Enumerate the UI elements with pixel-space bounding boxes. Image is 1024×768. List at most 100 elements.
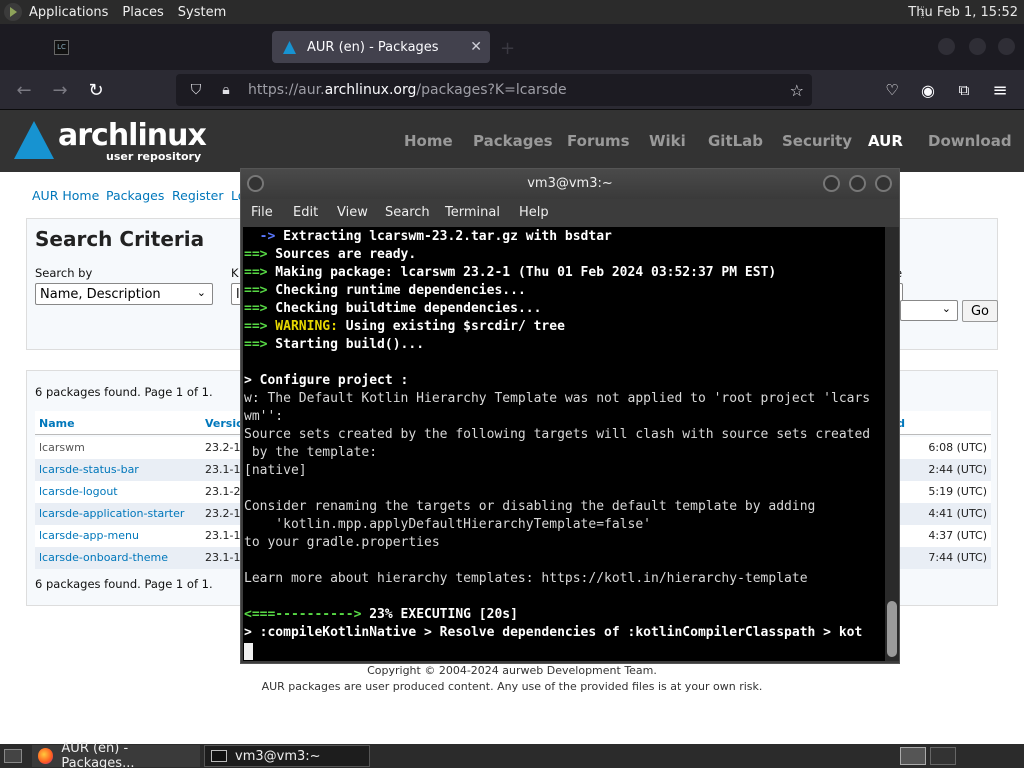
account-icon[interactable]: ◉ [916, 78, 940, 102]
menu-view[interactable]: View [337, 205, 368, 220]
terminal-line: [native] [244, 463, 307, 478]
package-name[interactable]: lcarsde-application-starter [39, 507, 184, 520]
nav-aur[interactable]: AUR [868, 132, 903, 150]
terminal-icon [211, 750, 227, 762]
arch-logo-icon [14, 121, 54, 159]
nav-packages[interactable]: Packages [473, 132, 553, 150]
minimize-window-icon[interactable] [938, 38, 955, 55]
nav-download[interactable]: Download [928, 132, 1012, 150]
chevron-down-icon: ⌄ [941, 302, 951, 315]
package-version: 23.2-1 [205, 441, 241, 454]
terminal-line: by the template: [244, 445, 378, 460]
package-name[interactable]: lcarsde-status-bar [39, 463, 139, 476]
criteria-title: Search Criteria [35, 227, 205, 251]
nav-gitlab[interactable]: GitLab [708, 132, 763, 150]
terminal-menubar: File Edit View Search Terminal Help [241, 199, 899, 227]
link-packages[interactable]: Packages [106, 188, 164, 203]
places-menu[interactable]: Places [115, 0, 170, 24]
link-register[interactable]: Register [172, 188, 223, 203]
terminal-window[interactable]: vm3@vm3:~ File Edit View Search Terminal… [240, 168, 900, 664]
tab-background[interactable]: LC [44, 31, 264, 63]
terminal-titlebar[interactable]: vm3@vm3:~ [241, 169, 899, 199]
maximize-icon[interactable] [849, 175, 866, 192]
package-date: 4:41 (UTC) [928, 507, 987, 520]
per-page-select[interactable]: ⌄ [900, 300, 958, 321]
close-tab-icon[interactable]: ✕ [470, 39, 482, 55]
footer-copyright: Copyright © 2004-2024 aurweb Development… [367, 664, 657, 677]
nav-security[interactable]: Security [782, 132, 852, 150]
close-window-icon[interactable] [998, 38, 1015, 55]
bookmark-star-icon[interactable]: ☆ [790, 81, 804, 100]
link-aur-home[interactable]: AUR Home [32, 188, 99, 203]
terminal-line: ==> WARNING: Using existing $srcdir/ tre… [244, 319, 565, 334]
tab-aur-packages[interactable]: AUR (en) - Packages ✕ [272, 31, 490, 63]
close-icon[interactable] [875, 175, 892, 192]
taskbar-terminal[interactable]: vm3@vm3:~ [204, 745, 370, 767]
extensions-icon[interactable]: ⧉ [952, 78, 976, 102]
search-by-label: Search by [35, 266, 93, 280]
menu-search[interactable]: Search [385, 205, 430, 220]
terminal-line: -> Extracting lcarswm-23.2.tar.gz with b… [244, 229, 612, 244]
maximize-window-icon[interactable] [969, 38, 986, 55]
nav-home[interactable]: Home [404, 132, 453, 150]
forward-arrow-icon[interactable]: → [48, 78, 72, 102]
terminal-progress-line: <===----------> 23% EXECUTING [20s] [244, 607, 518, 622]
new-tab-icon[interactable]: + [500, 38, 515, 59]
url-text: https://aur.archlinux.org/packages?K=lca… [248, 82, 567, 98]
terminal-line: > Configure project : [244, 373, 409, 388]
reload-icon[interactable]: ↻ [84, 78, 108, 102]
page-count-bottom: 6 packages found. Page 1 of 1. [35, 577, 213, 591]
terminal-line: ==> Making package: lcarswm 23.2-1 (Thu … [244, 265, 777, 280]
system-menu[interactable]: System [171, 0, 233, 24]
back-arrow-icon[interactable]: ← [12, 78, 36, 102]
package-name[interactable]: lcarsde-logout [39, 485, 118, 498]
terminal-title: vm3@vm3:~ [527, 176, 613, 191]
taskbar-firefox[interactable]: AUR (en) - Packages... [32, 741, 200, 768]
terminal-line: ==> Sources are ready. [244, 247, 417, 262]
tab-title: AUR (en) - Packages [307, 39, 439, 55]
terminal-line: wm'': [244, 409, 284, 424]
terminal-line: Learn more about hierarchy templates: ht… [244, 571, 808, 586]
terminal-line: w: The Default Kotlin Hierarchy Template… [244, 391, 871, 406]
shield-icon[interactable]: ⛉ [186, 82, 206, 98]
distro-logo-icon[interactable] [4, 3, 22, 21]
terminal-screen[interactable]: -> Extracting lcarswm-23.2.tar.gz with b… [243, 227, 885, 661]
terminal-line: Consider renaming the targets or disabli… [244, 499, 816, 514]
nav-forums[interactable]: Forums [567, 132, 630, 150]
page-count-top: 6 packages found. Page 1 of 1. [35, 385, 213, 399]
lock-icon[interactable]: 🔒︎ [216, 82, 236, 98]
nav-wiki[interactable]: Wiki [649, 132, 686, 150]
package-version: 23.1-1 [205, 551, 241, 564]
clock[interactable]: Thu Feb 1, 15:52 [908, 0, 1018, 24]
package-name[interactable]: lcarsde-onboard-theme [39, 551, 168, 564]
terminal-scrollbar[interactable] [885, 227, 899, 661]
package-name[interactable]: lcarswm [39, 441, 85, 454]
terminal-line: ==> Starting build()... [244, 337, 425, 352]
terminal-line: 'kotlin.mpp.applyDefaultHierarchyTemplat… [244, 517, 651, 532]
package-version: 23.1-1 [205, 529, 241, 542]
top-panel: Applications Places System Thu Feb 1, 15… [0, 0, 1024, 24]
terminal-line: to your gradle.properties [244, 535, 440, 550]
pocket-icon[interactable]: ♡ [880, 78, 904, 102]
package-date: 4:37 (UTC) [928, 529, 987, 542]
scrollbar-thumb[interactable] [887, 601, 897, 657]
workspace-2[interactable] [930, 747, 956, 765]
go-button[interactable]: Go [962, 300, 998, 322]
terminal-line: > :compileKotlinNative > Resolve depende… [244, 625, 863, 640]
url-bar[interactable]: ⛉ 🔒︎ https://aur.archlinux.org/packages?… [176, 74, 812, 106]
menu-help[interactable]: Help [519, 205, 549, 220]
workspace-1[interactable] [900, 747, 926, 765]
tab-bar: LC AUR (en) - Packages ✕ + [0, 24, 1024, 70]
footer-note: AUR packages are user produced content. … [261, 680, 763, 693]
menu-edit[interactable]: Edit [293, 205, 318, 220]
hamburger-menu-icon[interactable]: ≡ [988, 78, 1012, 102]
col-name[interactable]: Name [39, 417, 75, 430]
applications-menu[interactable]: Applications [22, 0, 115, 24]
search-by-select[interactable]: Name, Description ⌄ [35, 283, 213, 305]
show-desktop-icon[interactable] [4, 749, 22, 763]
package-name[interactable]: lcarsde-app-menu [39, 529, 139, 542]
terminal-line: ==> Checking buildtime dependencies... [244, 301, 542, 316]
menu-terminal[interactable]: Terminal [445, 205, 500, 220]
minimize-icon[interactable] [823, 175, 840, 192]
menu-file[interactable]: File [251, 205, 273, 220]
